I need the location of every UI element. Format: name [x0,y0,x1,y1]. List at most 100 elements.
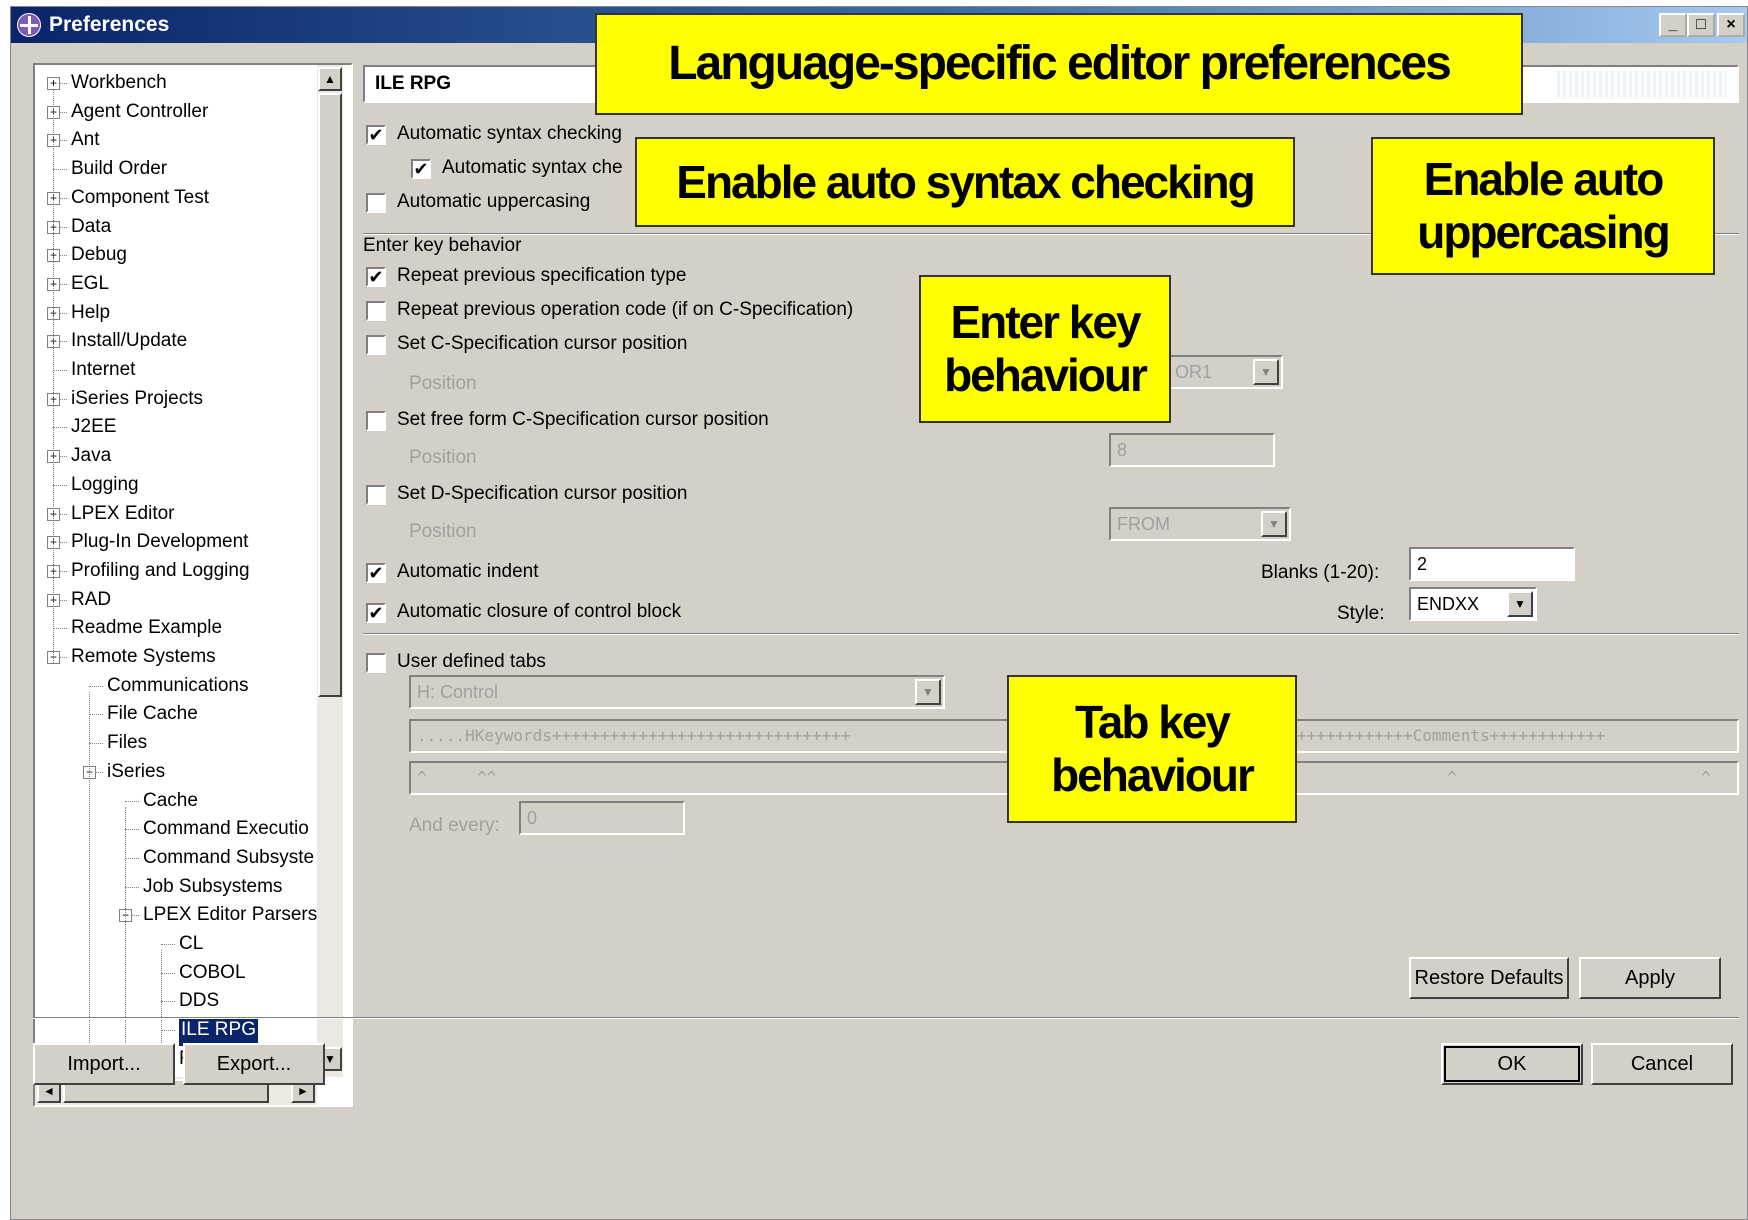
tree-connector [53,427,67,429]
tree-item[interactable]: Plug-In Development [71,528,248,556]
scroll-thumb[interactable] [318,93,342,697]
callout-enter-key: Enter key behaviour [919,275,1171,423]
tree-item[interactable]: Component Test [71,184,209,212]
repeat-spec-checkbox[interactable]: ✔ [366,267,386,287]
auto-syntax-checkbox[interactable]: ✔ [366,125,386,145]
tree-connector [53,169,67,171]
separator [33,1017,1739,1019]
minimize-button[interactable]: _ [1659,13,1687,37]
tree-item[interactable]: Readme Example [71,614,222,642]
tabs-spec-value: H: Control [417,682,499,702]
user-tabs-checkbox[interactable] [366,653,386,673]
style-select[interactable]: ENDXX ▼ [1409,587,1537,621]
style-value: ENDXX [1417,594,1480,614]
tree-item[interactable]: ILE RPG [178,1017,259,1048]
d-spec-position-label: Position [409,521,477,542]
d-spec-checkbox[interactable] [366,485,386,505]
tree-item[interactable]: COBOL [179,959,246,987]
tab-ruler-right: ++++++++++++Comments++++++++++++ [1297,726,1606,745]
tree-item[interactable]: Command Executio [143,815,309,843]
tree-connector [125,829,139,831]
tree-item[interactable]: Help [71,299,110,327]
d-spec-position-select[interactable]: FROM ▼ [1109,507,1291,541]
tree-rows: + Workbench + Agent Controller + Ant Build Ord… [35,65,317,1067]
tree-item[interactable]: DDS [179,987,219,1015]
tree-item[interactable]: Install/Update [71,327,187,355]
user-tabs-label: User defined tabs [397,651,546,672]
auto-uppercase-label: Automatic uppercasing [397,191,591,212]
and-every-value: 0 [527,808,538,828]
auto-close-label: Automatic closure of control block [397,601,682,622]
tree-item[interactable]: Files [107,729,147,757]
tree-item[interactable]: LPEX Editor [71,500,175,528]
tree-item[interactable]: Java [71,442,111,470]
callout-auto-syntax: Enable auto syntax checking [635,137,1295,227]
tree-item[interactable]: Profiling and Logging [71,557,250,585]
tree-item[interactable]: CL [179,930,203,958]
window-title: Preferences [49,13,170,36]
tree-item[interactable]: Cache [143,787,198,815]
tree-item[interactable]: LPEX Editor Parsers [143,901,317,929]
tree-connector [89,685,103,687]
tree-connector [161,972,175,974]
chevron-down-icon[interactable]: ▼ [1507,591,1533,617]
tree-item[interactable]: iSeries [107,758,165,786]
tree-connector [125,800,139,802]
d-spec-position-value: FROM [1117,514,1170,534]
auto-syntax-sub-checkbox[interactable]: ✔ [411,159,431,179]
tree-item[interactable]: Debug [71,241,127,269]
tree-item[interactable]: Ant [71,126,100,154]
preference-tree[interactable]: + Workbench + Agent Controller + Ant Build Ord… [33,63,353,1107]
chevron-down-icon[interactable]: ▼ [915,679,941,705]
enter-key-heading: Enter key behavior [363,235,522,256]
separator [363,633,1739,635]
and-every-label: And every: [409,815,500,836]
c-spec-checkbox[interactable] [366,335,386,355]
blanks-input[interactable]: 2 [1409,547,1575,581]
tree-item[interactable]: Remote Systems [71,643,216,671]
tab-ruler-left: .....HKeywords++++++++++++++++++++++++++… [417,726,851,745]
auto-indent-checkbox[interactable]: ✔ [366,563,386,583]
free-spec-label: Set free form C-Specification cursor pos… [397,409,769,430]
tree-guide [53,89,54,663]
auto-close-checkbox[interactable]: ✔ [366,603,386,623]
tree-item[interactable]: Communications [107,672,249,700]
close-button[interactable]: × [1717,13,1745,37]
chevron-down-icon[interactable]: ▼ [1261,511,1287,537]
tree-item[interactable]: RAD [71,586,111,614]
tree-vertical-scrollbar[interactable]: ▲ ▼ [317,65,343,1077]
maximize-button[interactable]: □ [1687,13,1715,37]
d-spec-label: Set D-Specification cursor position [397,483,688,504]
tree-item[interactable]: Command Subsyste [143,844,314,872]
tree-item[interactable]: Data [71,213,111,241]
repeat-op-label: Repeat previous operation code (if on C-… [397,299,854,320]
page-title: ILE RPG [375,73,452,94]
free-spec-position-input[interactable]: 8 [1109,433,1275,467]
repeat-op-checkbox[interactable] [366,301,386,321]
free-spec-checkbox[interactable] [366,411,386,431]
import-button[interactable]: Import... [33,1043,175,1085]
tree-item[interactable]: Internet [71,356,135,384]
scroll-up-icon[interactable]: ▲ [318,67,342,91]
tree-item[interactable]: Logging [71,471,139,499]
tree-item[interactable]: Build Order [71,155,167,183]
tree-item[interactable]: EGL [71,270,109,298]
auto-uppercase-checkbox[interactable] [366,193,386,213]
blanks-value: 2 [1417,554,1428,574]
chevron-down-icon[interactable]: ▼ [1253,359,1279,385]
tree-item[interactable]: Agent Controller [71,98,208,126]
tree-item[interactable]: Job Subsystems [143,873,282,901]
tree-item[interactable]: Workbench [71,69,167,97]
tree-guide [89,691,90,1065]
tree-item[interactable]: File Cache [107,700,198,728]
cancel-button[interactable]: Cancel [1591,1043,1733,1085]
tree-item[interactable]: J2EE [71,413,116,441]
and-every-input[interactable]: 0 [519,801,685,835]
restore-defaults-button[interactable]: Restore Defaults [1409,957,1569,999]
tabs-spec-select[interactable]: H: Control ▼ [409,675,945,709]
auto-syntax-label: Automatic syntax checking [397,123,622,144]
ok-button[interactable]: OK [1441,1043,1583,1085]
tree-item[interactable]: iSeries Projects [71,385,203,413]
export-button[interactable]: Export... [183,1043,325,1085]
apply-button[interactable]: Apply [1579,957,1721,999]
